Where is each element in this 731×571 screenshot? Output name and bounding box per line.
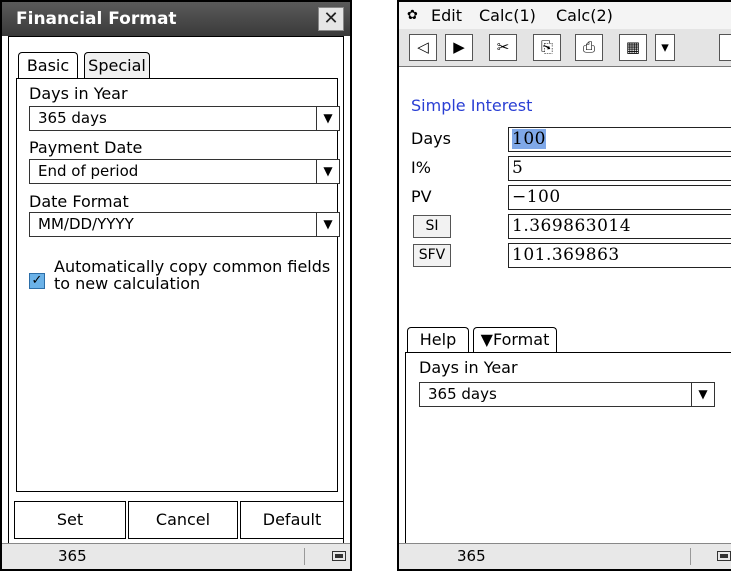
dropdown-arrow-icon[interactable]: ▼ bbox=[316, 107, 339, 130]
si-button[interactable]: SI bbox=[413, 215, 451, 238]
pv-field[interactable]: −100 bbox=[508, 185, 731, 210]
format-pane bbox=[405, 352, 731, 545]
date-format-label: Date Format bbox=[29, 192, 129, 211]
tab-basic[interactable]: Basic bbox=[18, 52, 78, 79]
format-days-select[interactable]: 365 days ▼ bbox=[419, 382, 715, 407]
date-format-value: MM/DD/YYYY bbox=[38, 215, 134, 233]
tab-help[interactable]: Help bbox=[407, 327, 469, 353]
dropdown-arrow-icon[interactable]: ▼ bbox=[316, 213, 339, 236]
status-divider bbox=[690, 548, 691, 565]
payment-date-value: End of period bbox=[38, 162, 139, 180]
more-dropdown-icon[interactable]: ▾ bbox=[655, 34, 675, 61]
play-icon[interactable]: ▶ bbox=[445, 34, 473, 61]
simple-interest-screen: ✿ Edit Calc(1) Calc(2) ◁ ▶ ✂ ⎘ ⎙ ▦ ▾ Sim… bbox=[397, 0, 731, 571]
financial-format-screen: Financial Format ✕ Basic Special Days in… bbox=[0, 0, 352, 571]
battery-icon bbox=[332, 551, 346, 561]
status-value: 365 bbox=[58, 547, 87, 565]
pv-label: PV bbox=[411, 187, 432, 206]
paste-icon[interactable]: ⎙ bbox=[575, 34, 603, 61]
set-button[interactable]: Set bbox=[14, 501, 126, 539]
status-divider bbox=[304, 548, 305, 565]
menu-calc2[interactable]: Calc(2) bbox=[556, 2, 613, 29]
days-value-field[interactable]: 100 bbox=[508, 127, 731, 152]
menu-calc1[interactable]: Calc(1) bbox=[479, 2, 536, 29]
dialog-title: Financial Format bbox=[2, 2, 350, 36]
table-icon[interactable]: ▦ bbox=[619, 34, 647, 61]
toolbar-overflow[interactable] bbox=[719, 34, 731, 61]
dropdown-arrow-icon[interactable]: ▼ bbox=[691, 383, 714, 406]
days-in-year-select[interactable]: 365 days ▼ bbox=[29, 106, 340, 131]
auto-copy-checkbox[interactable]: ✓ bbox=[29, 273, 45, 289]
tab-format[interactable]: ▼Format bbox=[473, 327, 557, 353]
sfv-field[interactable]: 101.369863 bbox=[508, 243, 731, 268]
payment-date-label: Payment Date bbox=[29, 138, 143, 157]
interest-rate-field[interactable]: 5 bbox=[508, 156, 731, 181]
sfv-button[interactable]: SFV bbox=[413, 244, 451, 267]
menu-edit[interactable]: Edit bbox=[431, 2, 462, 29]
tab-special[interactable]: Special bbox=[84, 52, 150, 79]
copy-icon[interactable]: ⎘ bbox=[533, 34, 561, 61]
gear-icon[interactable]: ✿ bbox=[407, 2, 418, 29]
battery-icon bbox=[717, 551, 731, 561]
toolbar: ◁ ▶ ✂ ⎘ ⎙ ▦ ▾ bbox=[399, 29, 731, 67]
section-title: Simple Interest bbox=[411, 96, 533, 115]
interest-rate-label: I% bbox=[411, 158, 431, 177]
cancel-button[interactable]: Cancel bbox=[128, 501, 238, 539]
default-button[interactable]: Default bbox=[240, 501, 344, 539]
days-label: Days bbox=[411, 129, 451, 148]
back-icon[interactable]: ◁ bbox=[409, 34, 437, 61]
format-days-label: Days in Year bbox=[419, 358, 518, 377]
payment-date-select[interactable]: End of period ▼ bbox=[29, 159, 340, 184]
days-in-year-value: 365 days bbox=[38, 109, 107, 127]
dropdown-arrow-icon[interactable]: ▼ bbox=[316, 160, 339, 183]
close-icon[interactable]: ✕ bbox=[318, 7, 344, 31]
menu-bar: ✿ Edit Calc(1) Calc(2) bbox=[399, 2, 731, 29]
days-value: 100 bbox=[512, 129, 546, 149]
date-format-select[interactable]: MM/DD/YYYY ▼ bbox=[29, 212, 340, 237]
status-value: 365 bbox=[457, 547, 486, 565]
status-bar: 365 bbox=[2, 543, 350, 569]
cut-icon[interactable]: ✂ bbox=[489, 34, 517, 61]
days-in-year-label: Days in Year bbox=[29, 84, 128, 103]
si-field[interactable]: 1.369863014 bbox=[508, 214, 731, 239]
auto-copy-label: Automatically copy common fields to new … bbox=[54, 257, 331, 293]
status-bar: 365 bbox=[399, 543, 731, 569]
format-days-value: 365 days bbox=[428, 385, 497, 403]
